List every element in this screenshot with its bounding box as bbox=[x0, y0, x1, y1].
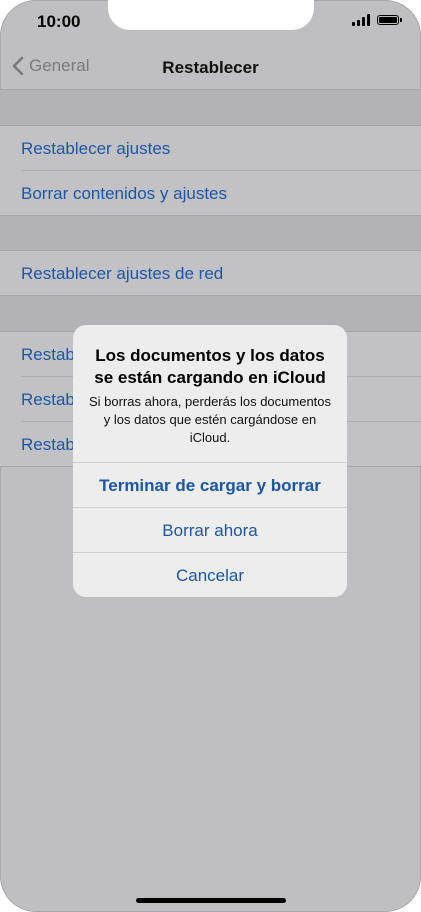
status-icons bbox=[352, 14, 402, 26]
list-item-label: Restablecer ajustes bbox=[21, 139, 171, 158]
battery-icon bbox=[377, 15, 402, 25]
group-spacer bbox=[0, 216, 421, 250]
alert-message: Si borras ahora, perderás los documentos… bbox=[88, 394, 332, 445]
list-item-label: Restab bbox=[21, 435, 75, 454]
erase-now-button[interactable]: Borrar ahora bbox=[73, 507, 347, 552]
cancel-button[interactable]: Cancelar bbox=[73, 552, 347, 597]
phone-screen: 10:00 General Restablecer Restablecer aj… bbox=[0, 0, 421, 912]
alert-dialog: Los documentos y los datos se están carg… bbox=[73, 325, 347, 597]
home-indicator[interactable] bbox=[136, 898, 286, 903]
list-item[interactable]: Restablecer ajustes bbox=[0, 126, 421, 171]
list-item-label: Restablecer ajustes de red bbox=[21, 264, 224, 283]
alert-title: Los documentos y los datos se están carg… bbox=[94, 346, 326, 387]
list-item[interactable]: Restablecer ajustes de red bbox=[0, 251, 421, 296]
finish-upload-and-erase-button[interactable]: Terminar de cargar y borrar bbox=[73, 462, 347, 507]
navigation-bar: General Restablecer bbox=[0, 44, 421, 90]
list-item-label: Restab bbox=[21, 390, 75, 409]
list-item[interactable]: Borrar contenidos y ajustes bbox=[0, 171, 421, 216]
cellular-signal-icon bbox=[352, 14, 370, 26]
status-time: 10:00 bbox=[37, 12, 81, 31]
list-item-label: Restab bbox=[21, 345, 75, 364]
page-title: Restablecer bbox=[162, 58, 259, 77]
notch bbox=[108, 0, 314, 30]
list-item-label: Borrar contenidos y ajustes bbox=[21, 184, 227, 203]
group-spacer bbox=[0, 90, 421, 125]
